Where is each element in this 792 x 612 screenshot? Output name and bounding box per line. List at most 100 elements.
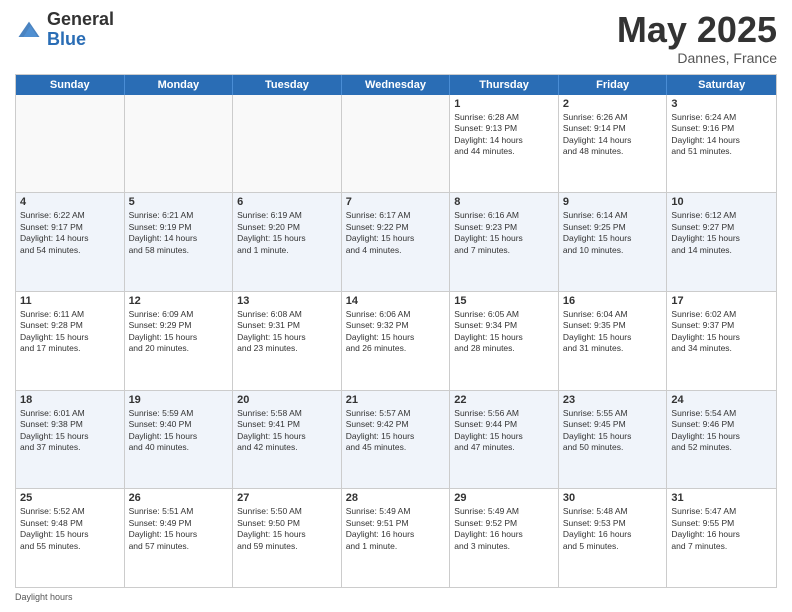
header: General Blue May 2025 Dannes, France [15, 10, 777, 66]
cell-line: and 7 minutes. [671, 541, 772, 552]
calendar-cell: 13Sunrise: 6:08 AMSunset: 9:31 PMDayligh… [233, 292, 342, 390]
cell-line: and 3 minutes. [454, 541, 554, 552]
cell-line: and 14 minutes. [671, 245, 772, 256]
cell-line: Daylight: 15 hours [129, 332, 229, 343]
logo: General Blue [15, 10, 114, 50]
cell-line: and 50 minutes. [563, 442, 663, 453]
calendar-cell: 21Sunrise: 5:57 AMSunset: 9:42 PMDayligh… [342, 391, 451, 489]
cell-line: Sunrise: 6:24 AM [671, 112, 772, 123]
calendar-cell: 15Sunrise: 6:05 AMSunset: 9:34 PMDayligh… [450, 292, 559, 390]
cell-line: Sunrise: 5:58 AM [237, 408, 337, 419]
cell-line: Sunset: 9:17 PM [20, 222, 120, 233]
cell-line: Sunrise: 6:01 AM [20, 408, 120, 419]
calendar-cell: 3Sunrise: 6:24 AMSunset: 9:16 PMDaylight… [667, 95, 776, 193]
cell-line: Sunset: 9:32 PM [346, 320, 446, 331]
cell-line: Sunset: 9:53 PM [563, 518, 663, 529]
calendar-cell: 11Sunrise: 6:11 AMSunset: 9:28 PMDayligh… [16, 292, 125, 390]
cell-line: Sunset: 9:29 PM [129, 320, 229, 331]
cell-line: Daylight: 15 hours [563, 233, 663, 244]
cell-line: and 59 minutes. [237, 541, 337, 552]
day-number: 25 [20, 492, 120, 504]
day-number: 19 [129, 394, 229, 406]
day-number: 3 [671, 98, 772, 110]
calendar-cell: 10Sunrise: 6:12 AMSunset: 9:27 PMDayligh… [667, 193, 776, 291]
cell-line: Daylight: 15 hours [20, 431, 120, 442]
header-day-wednesday: Wednesday [342, 75, 451, 95]
cell-line: Daylight: 16 hours [671, 529, 772, 540]
calendar-cell: 28Sunrise: 5:49 AMSunset: 9:51 PMDayligh… [342, 489, 451, 587]
cell-line: Sunrise: 6:14 AM [563, 210, 663, 221]
cell-line: Sunset: 9:41 PM [237, 419, 337, 430]
cell-line: Sunset: 9:23 PM [454, 222, 554, 233]
cell-line: Sunrise: 6:19 AM [237, 210, 337, 221]
cell-line: Sunrise: 6:17 AM [346, 210, 446, 221]
cell-line: Sunrise: 6:06 AM [346, 309, 446, 320]
cell-line: Sunrise: 6:05 AM [454, 309, 554, 320]
calendar-cell: 8Sunrise: 6:16 AMSunset: 9:23 PMDaylight… [450, 193, 559, 291]
cell-line: Sunrise: 5:49 AM [346, 506, 446, 517]
cell-line: Sunset: 9:13 PM [454, 123, 554, 134]
calendar-cell: 18Sunrise: 6:01 AMSunset: 9:38 PMDayligh… [16, 391, 125, 489]
cell-line: Sunrise: 5:49 AM [454, 506, 554, 517]
cell-line: and 1 minute. [237, 245, 337, 256]
cell-line: Sunset: 9:37 PM [671, 320, 772, 331]
cell-line: Daylight: 15 hours [454, 233, 554, 244]
cell-line: Sunset: 9:50 PM [237, 518, 337, 529]
calendar-row-3: 11Sunrise: 6:11 AMSunset: 9:28 PMDayligh… [16, 291, 776, 390]
cell-line: Sunset: 9:31 PM [237, 320, 337, 331]
header-day-sunday: Sunday [16, 75, 125, 95]
day-number: 8 [454, 196, 554, 208]
cell-line: and 42 minutes. [237, 442, 337, 453]
cell-line: Sunset: 9:40 PM [129, 419, 229, 430]
logo-blue: Blue [47, 30, 114, 50]
cell-line: and 57 minutes. [129, 541, 229, 552]
cell-line: Daylight: 16 hours [346, 529, 446, 540]
cell-line: Daylight: 15 hours [671, 233, 772, 244]
cell-line: and 5 minutes. [563, 541, 663, 552]
calendar-cell: 7Sunrise: 6:17 AMSunset: 9:22 PMDaylight… [342, 193, 451, 291]
day-number: 29 [454, 492, 554, 504]
cell-line: and 47 minutes. [454, 442, 554, 453]
cell-line: Daylight: 15 hours [129, 529, 229, 540]
cell-line: Sunset: 9:28 PM [20, 320, 120, 331]
cell-line: Sunrise: 5:51 AM [129, 506, 229, 517]
cell-line: Sunrise: 5:55 AM [563, 408, 663, 419]
calendar-cell: 12Sunrise: 6:09 AMSunset: 9:29 PMDayligh… [125, 292, 234, 390]
calendar-cell [233, 95, 342, 193]
cell-line: Sunrise: 5:47 AM [671, 506, 772, 517]
cell-line: Daylight: 14 hours [129, 233, 229, 244]
title-block: May 2025 Dannes, France [617, 10, 777, 66]
cell-line: Sunrise: 5:57 AM [346, 408, 446, 419]
cell-line: Daylight: 14 hours [454, 135, 554, 146]
cell-line: Sunset: 9:22 PM [346, 222, 446, 233]
calendar-cell: 16Sunrise: 6:04 AMSunset: 9:35 PMDayligh… [559, 292, 668, 390]
footer: Daylight hours [15, 592, 777, 602]
cell-line: Sunset: 9:14 PM [563, 123, 663, 134]
day-number: 12 [129, 295, 229, 307]
cell-line: Daylight: 15 hours [20, 332, 120, 343]
header-day-friday: Friday [559, 75, 668, 95]
page: General Blue May 2025 Dannes, France Sun… [0, 0, 792, 612]
calendar-cell [16, 95, 125, 193]
calendar-header: SundayMondayTuesdayWednesdayThursdayFrid… [16, 75, 776, 95]
cell-line: Sunrise: 6:11 AM [20, 309, 120, 320]
cell-line: Daylight: 15 hours [129, 431, 229, 442]
day-number: 13 [237, 295, 337, 307]
cell-line: and 20 minutes. [129, 343, 229, 354]
logo-general: General [47, 10, 114, 30]
day-number: 23 [563, 394, 663, 406]
day-number: 22 [454, 394, 554, 406]
cell-line: and 10 minutes. [563, 245, 663, 256]
day-number: 15 [454, 295, 554, 307]
day-number: 27 [237, 492, 337, 504]
calendar-cell: 31Sunrise: 5:47 AMSunset: 9:55 PMDayligh… [667, 489, 776, 587]
calendar-cell: 5Sunrise: 6:21 AMSunset: 9:19 PMDaylight… [125, 193, 234, 291]
cell-line: Sunset: 9:48 PM [20, 518, 120, 529]
calendar-row-4: 18Sunrise: 6:01 AMSunset: 9:38 PMDayligh… [16, 390, 776, 489]
cell-line: and 51 minutes. [671, 146, 772, 157]
day-number: 28 [346, 492, 446, 504]
cell-line: Sunrise: 5:54 AM [671, 408, 772, 419]
day-number: 10 [671, 196, 772, 208]
calendar-row-1: 1Sunrise: 6:28 AMSunset: 9:13 PMDaylight… [16, 95, 776, 193]
cell-line: Sunset: 9:38 PM [20, 419, 120, 430]
